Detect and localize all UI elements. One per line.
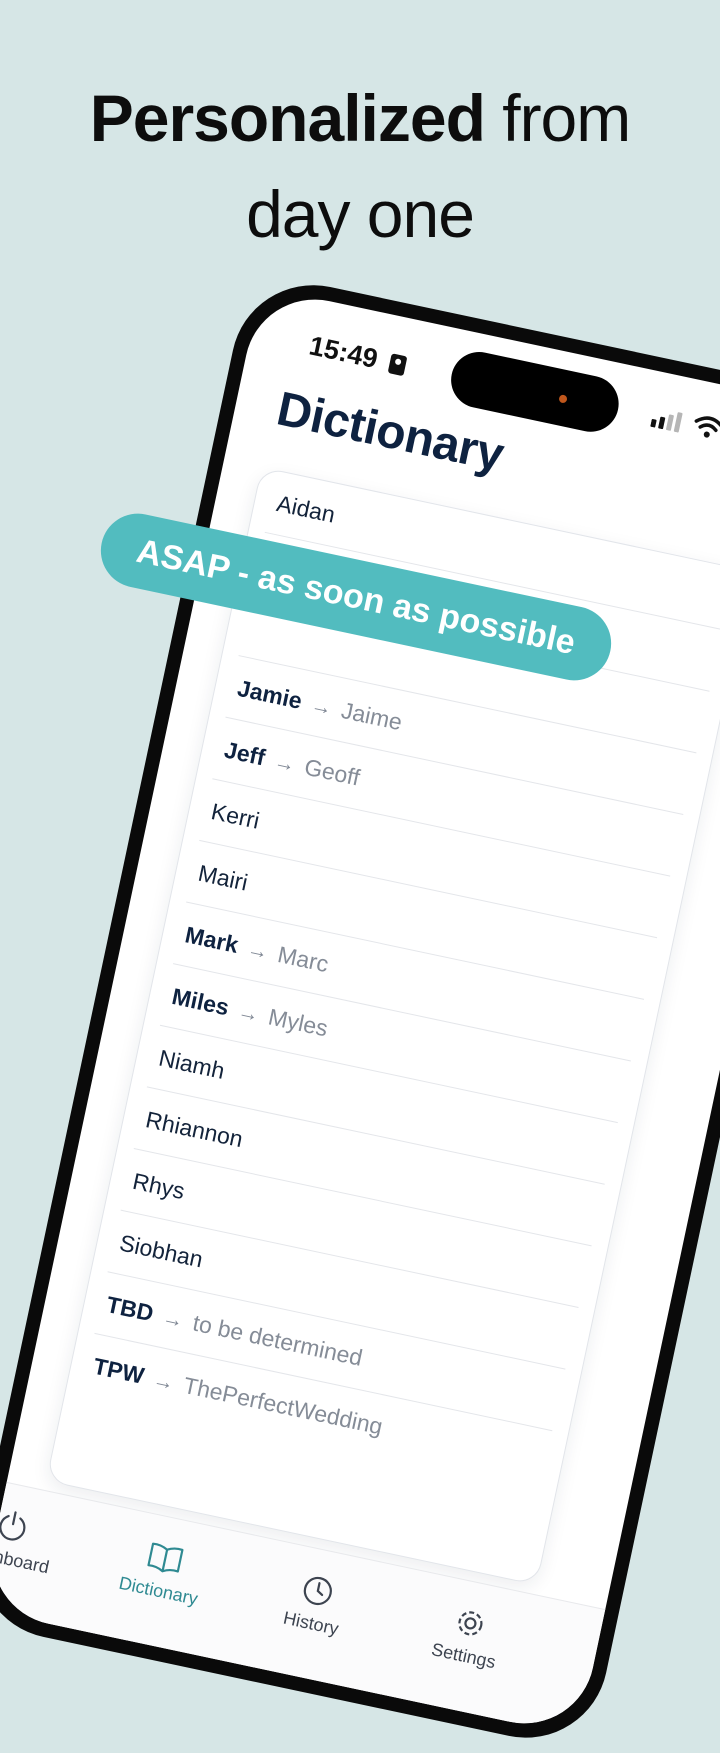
wifi-icon <box>694 416 720 438</box>
tab-dashboard[interactable]: Dashboard <box>0 1494 90 1585</box>
entry-replacement: Marc <box>275 941 331 978</box>
headline-line-1: Personalized from <box>0 70 720 166</box>
entry-word: Rhys <box>130 1167 188 1205</box>
entry-word: Miles <box>169 983 232 1021</box>
entry-word: Jeff <box>222 736 268 771</box>
arrow-right-icon: → <box>160 1305 186 1333</box>
headline-bold: Personalized <box>89 81 486 155</box>
arrow-right-icon: → <box>245 937 271 965</box>
entry-replacement: Geoff <box>302 753 363 791</box>
contact-card-icon <box>387 353 408 377</box>
power-icon <box>0 1511 26 1541</box>
headline-rest: from <box>484 81 631 155</box>
camera-dot <box>558 394 568 404</box>
arrow-right-icon: → <box>271 750 298 777</box>
tab-dictionary-label: Dictionary <box>117 1572 200 1609</box>
entry-word: Jamie <box>235 674 305 714</box>
entry-word: TBD <box>104 1291 156 1327</box>
entry-word: Aidan <box>274 490 338 528</box>
entry-word: Niamh <box>156 1044 228 1084</box>
arrow-right-icon: → <box>150 1368 177 1396</box>
entry-word: Mairi <box>195 859 251 896</box>
tab-settings[interactable]: Settings <box>388 1591 547 1682</box>
tab-history-label: History <box>281 1607 341 1639</box>
headline: Personalized from day one <box>0 70 720 262</box>
phone-mockup: 15:49 Dictionary AidanAislingJamie→Jaime… <box>0 270 720 1753</box>
tab-settings-label: Settings <box>429 1639 498 1673</box>
book-icon <box>147 1542 184 1573</box>
arrow-right-icon: → <box>308 693 335 721</box>
entry-replacement: Jaime <box>339 696 405 736</box>
phone-screen: 15:49 Dictionary AidanAislingJamie→Jaime… <box>0 286 720 1737</box>
entry-replacement: Myles <box>266 1003 331 1042</box>
clock-icon <box>303 1576 332 1606</box>
tab-history[interactable]: History <box>235 1559 394 1650</box>
headline-line-2: day one <box>246 177 475 251</box>
entry-word: Rhiannon <box>143 1106 246 1153</box>
signal-icon <box>650 412 683 433</box>
status-time: 15:49 <box>306 330 381 375</box>
entry-word: TPW <box>91 1352 147 1389</box>
entry-word: Mark <box>182 921 241 958</box>
tab-dictionary[interactable]: Dictionary <box>83 1526 242 1617</box>
gear-icon <box>458 1611 483 1636</box>
entry-word: Kerri <box>209 798 262 834</box>
entry-word: Siobhan <box>117 1229 206 1273</box>
arrow-right-icon: → <box>235 999 262 1027</box>
